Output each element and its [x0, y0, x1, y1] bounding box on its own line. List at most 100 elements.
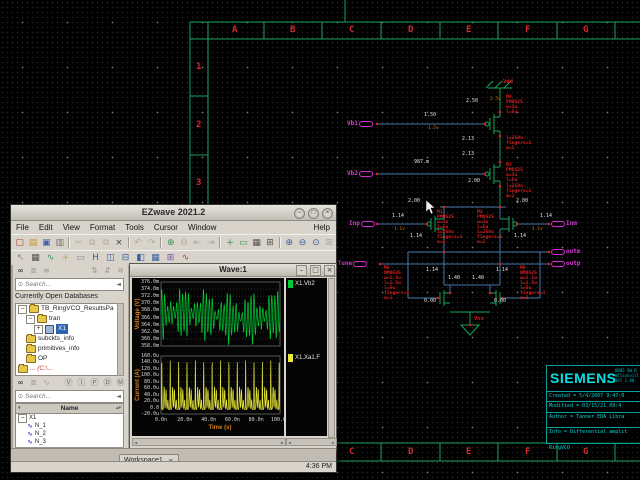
tree-item[interactable]: OP	[16, 354, 123, 364]
pan-icon[interactable]: +	[223, 236, 236, 250]
scroll-left-icon[interactable]: ◄	[288, 440, 291, 445]
list-view-icon[interactable]: ≣	[28, 377, 39, 388]
tree-item[interactable]: − TB_RingVCO_ResultsPa	[16, 304, 123, 314]
tree-item-label: tran	[49, 314, 60, 324]
signal-item[interactable]: ∿N_3	[16, 438, 123, 446]
scroll-right-icon[interactable]: ►	[281, 440, 284, 445]
signal-item[interactable]: −X1	[16, 414, 123, 422]
db-tree-scrollbar[interactable]	[117, 303, 124, 376]
wave-list-icon[interactable]: ∿	[41, 377, 52, 388]
db-search-input[interactable]	[25, 281, 114, 288]
port-outm[interactable]: outm	[551, 248, 580, 256]
port-vb1[interactable]: Vb1	[347, 120, 373, 128]
menu-window[interactable]: Window	[183, 221, 221, 234]
scroll-left-icon[interactable]: ◄	[134, 440, 137, 445]
frame-row-number: 3	[196, 178, 201, 188]
port-inp[interactable]: Inp	[349, 220, 375, 228]
folder-icon	[37, 315, 47, 323]
close-icon[interactable]: ×	[324, 265, 335, 276]
port-label: Inp	[349, 220, 360, 228]
sort-ascending-icon[interactable]: ⇅	[89, 265, 100, 276]
signal-item[interactable]: ∿N_1	[16, 422, 123, 430]
port-vb2[interactable]: Vb2	[347, 170, 373, 178]
legend-item[interactable]: X1.Xa1.F	[288, 354, 320, 362]
wave-titlebar[interactable]: Wave:1 –□×	[130, 264, 336, 277]
crosshair-icon[interactable]: ⊞	[263, 236, 276, 250]
titleblock-logo-row: SIEMENS 8005 SW BWilsonvillTel 1.80	[547, 366, 640, 392]
filter-math-icon[interactable]: Ⓜ	[115, 377, 126, 388]
search-prev-icon[interactable]: ◄	[116, 393, 121, 401]
tree-item[interactable]: primitives_info	[16, 344, 123, 354]
filter-current-icon[interactable]: Ⓘ	[76, 377, 87, 388]
zoom-out-icon[interactable]: ⊖	[296, 236, 309, 250]
close-icon[interactable]: ×	[322, 208, 333, 219]
menu-view[interactable]: View	[58, 221, 85, 234]
new-waveform-icon[interactable]: ▢	[13, 236, 26, 250]
collapse-icon[interactable]: −	[18, 305, 27, 314]
maximize-icon[interactable]: □	[308, 208, 319, 219]
collapse-arrow-icon[interactable]: ▾	[18, 404, 21, 413]
scroll-right-icon[interactable]: ►	[332, 440, 335, 445]
tree-item[interactable]: ... (C:\...	[16, 364, 123, 374]
tree-item-label: TB_RingVCO_ResultsPa	[41, 304, 114, 314]
zoom-full-icon[interactable]: ⊙	[309, 236, 322, 250]
legend-hscrollbar[interactable]: ◄►	[286, 438, 337, 446]
filter-digital-icon[interactable]: Ⓓ	[102, 377, 113, 388]
minimize-icon[interactable]: –	[296, 265, 307, 276]
titleblock-address-line: Tel 1.80	[615, 378, 639, 383]
waveform-plot[interactable]	[132, 278, 284, 436]
plot-hscrollbar[interactable]: ◄►	[132, 438, 286, 446]
port-symbol	[551, 249, 565, 255]
tree-item[interactable]: − tran	[16, 314, 123, 324]
menu-edit[interactable]: Edit	[34, 221, 58, 234]
expand-icon[interactable]: +	[34, 325, 43, 334]
legend-item[interactable]: X1.Vb2	[288, 280, 315, 288]
filter-voltage-icon[interactable]: Ⓥ	[63, 377, 74, 388]
save-icon[interactable]: ▣	[40, 236, 53, 250]
menu-cursor[interactable]: Cursor	[149, 221, 183, 234]
signal-item[interactable]: ∿N_2	[16, 430, 123, 438]
collapse-tree-icon[interactable]: ≡	[41, 265, 52, 276]
zoom-in-icon[interactable]: ⊕	[283, 236, 296, 250]
port-vtune[interactable]: VTune	[334, 260, 367, 268]
open-database-icon[interactable]: ▤	[26, 236, 39, 250]
grid-icon[interactable]: ▦	[250, 236, 263, 250]
tree-item[interactable]: +X1	[16, 324, 123, 334]
collapse-icon[interactable]: −	[18, 414, 27, 423]
port-inm[interactable]: Inm	[551, 220, 577, 228]
sort-descending-icon[interactable]: ⇵	[102, 265, 113, 276]
ezwave-window: EZwave 2021.2 –□× FileEditViewFormatTool…	[10, 204, 337, 473]
menu-format[interactable]: Format	[85, 221, 120, 234]
sort-arrows-icon[interactable]: ▴▾	[116, 404, 121, 413]
signal-name: N_1	[35, 422, 46, 430]
filter-icon[interactable]: ≋	[115, 265, 126, 276]
menu-file[interactable]: File	[11, 221, 34, 234]
expand-tree-icon[interactable]: ≣	[28, 265, 39, 276]
minimize-icon[interactable]: –	[294, 208, 305, 219]
menu-tools[interactable]: Tools	[120, 221, 149, 234]
find-signals-icon[interactable]: ∞	[15, 377, 26, 388]
restore-icon[interactable]: □	[310, 265, 321, 276]
device-property-line: m=1	[437, 240, 462, 245]
port-outp[interactable]: outp	[551, 260, 580, 268]
window-title: EZwave 2021.2	[142, 207, 206, 217]
device-property-line: m=1	[477, 240, 502, 245]
cut-icon: ✂	[72, 236, 85, 250]
signal-search-input[interactable]	[25, 393, 114, 400]
filter-power-icon[interactable]: Ⓟ	[89, 377, 100, 388]
plot-area[interactable]: Voltage (V) Current (A) Time (s) 376.0m3…	[132, 278, 284, 436]
signal-panel-icons: ∞≣∿ ⓋⒾⓅⒹⓂ	[13, 376, 128, 389]
fit-view-icon[interactable]: ▭	[237, 236, 250, 250]
print-icon[interactable]: ▥	[53, 236, 66, 250]
add-cursor-icon[interactable]: ⊕	[164, 236, 177, 250]
legend-vscrollbar[interactable]	[328, 278, 335, 438]
find-icon[interactable]: ∞	[15, 265, 26, 276]
menu-help[interactable]: Help	[308, 221, 336, 234]
collapse-icon[interactable]: −	[26, 315, 35, 324]
toolbar-separator	[160, 237, 162, 248]
search-prev-icon[interactable]: ◄	[116, 281, 121, 289]
window-titlebar[interactable]: EZwave 2021.2 –□×	[11, 205, 336, 221]
delete-icon[interactable]: ×	[112, 236, 125, 250]
node-voltage-value: 2.00	[516, 199, 528, 204]
tree-item[interactable]: subckts_info	[16, 334, 123, 344]
